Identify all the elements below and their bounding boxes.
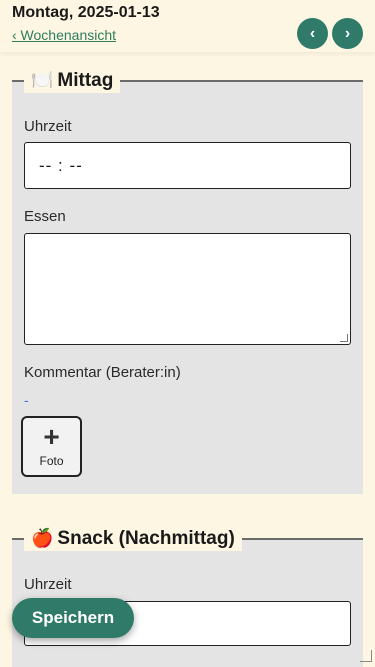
section-title-text: Mittag (57, 70, 114, 91)
plate-icon: 🍽️ (31, 70, 54, 90)
page-title-date: Montag, 2025-01-13 (12, 4, 160, 21)
week-view-link[interactable]: ‹ Wochenansicht (12, 27, 116, 43)
section-title-mittag: 🍽️ Mittag (24, 68, 121, 93)
section-title-snack: 🍎 Snack (Nachmittag) (24, 526, 242, 551)
plus-icon: + (43, 420, 60, 452)
previous-day-button[interactable]: ‹ (297, 18, 328, 49)
food-textarea[interactable] (24, 233, 351, 345)
comment-label: Kommentar (Berater:in) (24, 364, 181, 381)
time-label: Uhrzeit (24, 118, 72, 135)
next-day-button[interactable]: › (332, 18, 363, 49)
time-input-value: -- : -- (39, 156, 83, 175)
add-photo-button[interactable]: + Foto (21, 416, 82, 477)
resize-grip-icon[interactable] (340, 334, 348, 342)
top-header: Montag, 2025-01-13 ‹ Wochenansicht ‹ › (0, 0, 375, 52)
section-title-text: Snack (Nachmittag) (57, 528, 235, 549)
add-photo-label: Foto (39, 453, 64, 468)
chevron-left-icon: ‹ (309, 24, 316, 42)
time-label: Uhrzeit (24, 576, 72, 593)
comment-value: - (24, 392, 29, 408)
food-label: Essen (24, 208, 66, 225)
apple-icon: 🍎 (31, 528, 54, 548)
chevron-right-icon: › (344, 24, 351, 42)
time-input[interactable]: -- : -- (24, 142, 351, 189)
save-button[interactable]: Speichern (12, 598, 134, 638)
resize-grip-icon (360, 650, 372, 662)
